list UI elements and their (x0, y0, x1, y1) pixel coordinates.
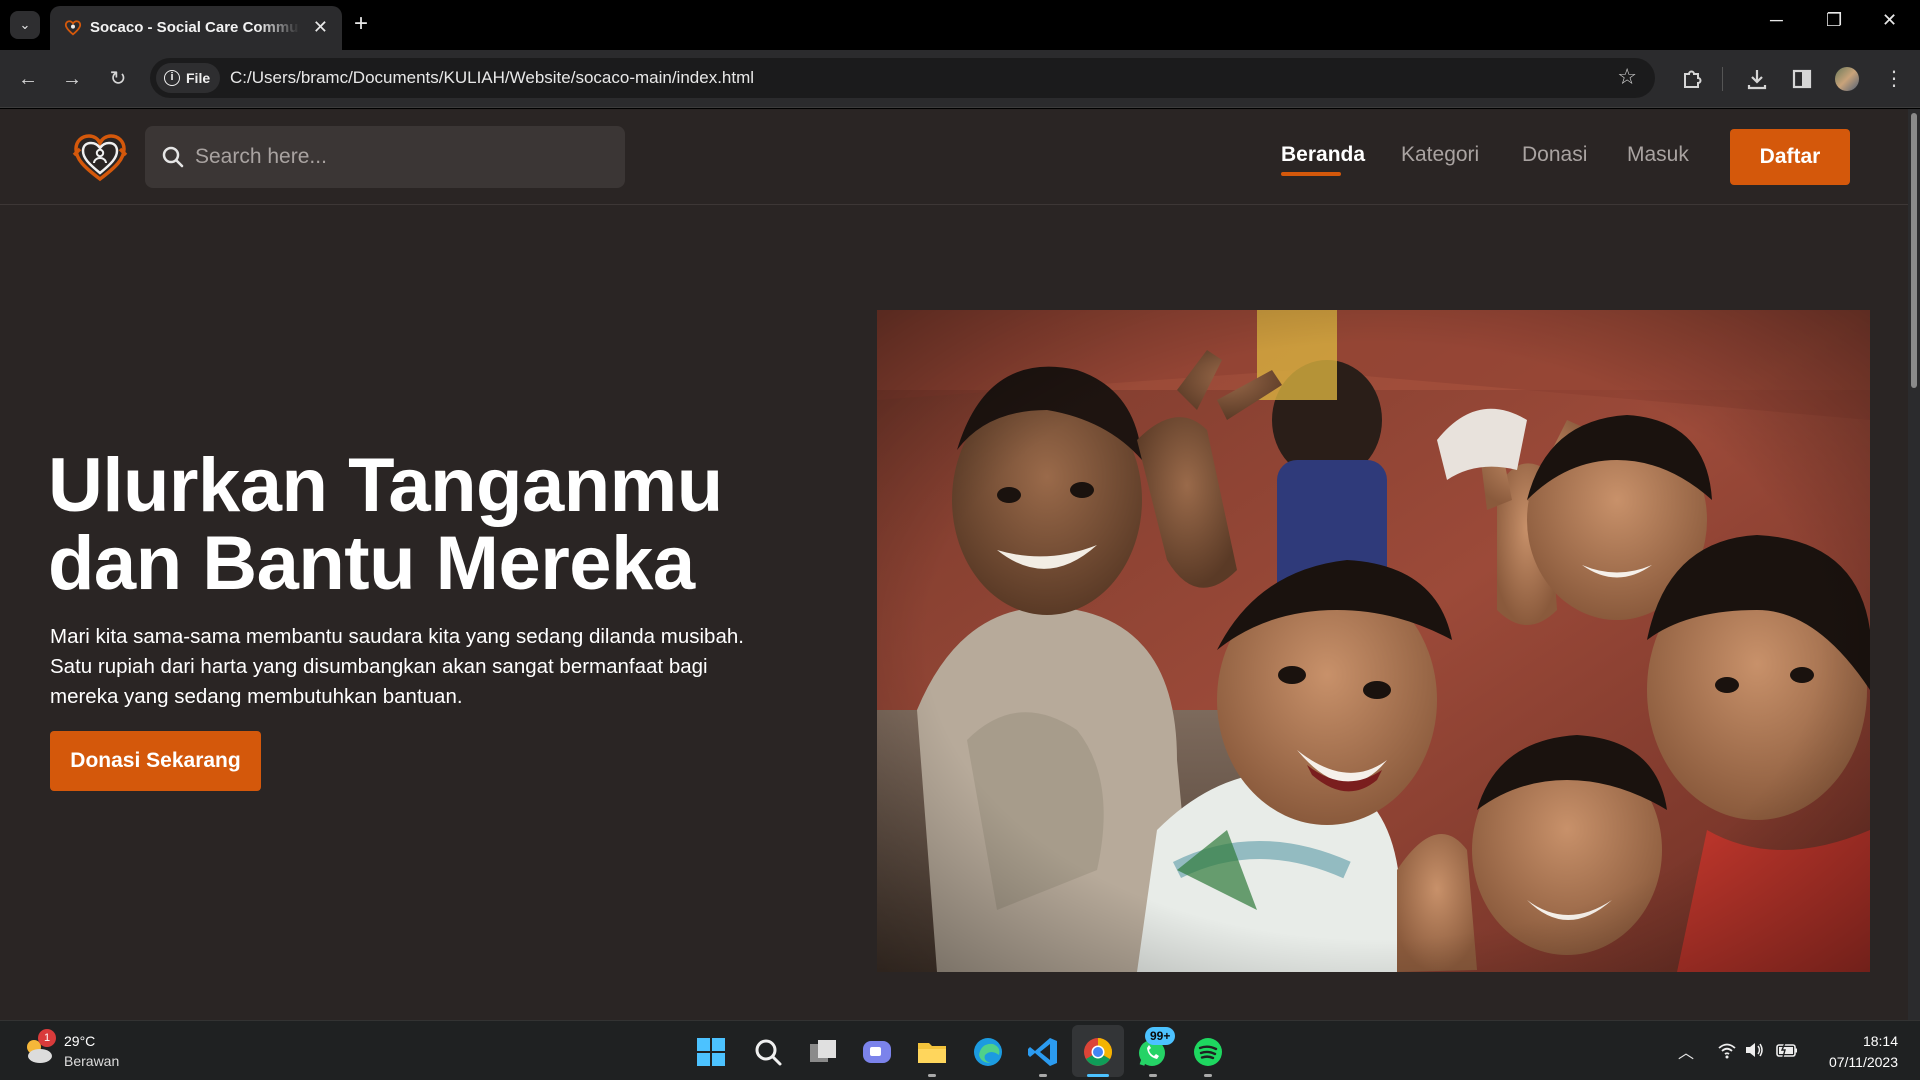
site-favicon-icon (64, 20, 82, 36)
url-text[interactable]: C:/Users/bramc/Documents/KULIAH/Website/… (230, 68, 754, 88)
vscode-running-dot (1039, 1074, 1047, 1077)
nav-link-masuk[interactable]: Masuk (1627, 143, 1689, 167)
page-scrollbar[interactable] (1908, 109, 1920, 1020)
restore-icon[interactable]: ❐ (1826, 10, 1842, 31)
vscode-icon[interactable] (1026, 1035, 1060, 1069)
site-info-chip[interactable]: i File (156, 63, 221, 93)
window-close-icon[interactable]: ✕ (1882, 10, 1897, 31)
reload-icon[interactable]: ↻ (104, 65, 132, 93)
nav-link-beranda[interactable]: Beranda (1281, 143, 1365, 167)
search-input[interactable] (195, 126, 615, 188)
search-icon (162, 146, 184, 168)
task-view-icon[interactable] (806, 1035, 840, 1069)
address-bar[interactable]: i File C:/Users/bramc/Documents/KULIAH/W… (150, 58, 1655, 98)
scrollbar-thumb[interactable] (1911, 113, 1917, 388)
nav-link-kategori[interactable]: Kategori (1401, 143, 1479, 167)
chrome-browser-icon[interactable] (1081, 1035, 1115, 1069)
socaco-logo[interactable] (72, 133, 128, 183)
taskbar-search-icon[interactable] (751, 1035, 785, 1069)
tab-close-icon[interactable]: ✕ (313, 17, 328, 37)
back-arrow-icon[interactable]: ← (14, 65, 42, 93)
tab-title: Socaco - Social Care Community (90, 19, 300, 36)
hero-children-photo (877, 310, 1870, 972)
screen: ⌄ Socaco - Social Care Community ✕ + ─ ❐… (0, 0, 1920, 1080)
new-tab-button[interactable]: + (354, 10, 368, 38)
hero-description: Mari kita sama-sama membantu saudara kit… (50, 622, 790, 712)
whatsapp-unread-badge: 99+ (1145, 1027, 1176, 1045)
file-explorer-icon[interactable] (915, 1035, 949, 1069)
file-chip-label: File (186, 70, 211, 86)
chrome-active-indicator (1087, 1074, 1109, 1077)
browser-tab-bar: ⌄ Socaco - Social Care Community ✕ + ─ ❐… (0, 0, 1920, 50)
windows-start-icon[interactable] (694, 1035, 728, 1069)
weather-notification-badge: 1 (38, 1029, 56, 1047)
windows-taskbar: 1 29°C Berawan 99+ ︿ 18:14 07/11/2023 (0, 1020, 1920, 1080)
hero-title: Ulurkan Tanganmu dan Bantu Mereka (48, 447, 808, 603)
webpage: Beranda Kategori Donasi Masuk Daftar Ulu… (0, 109, 1908, 1020)
weather-temperature: 29°C (64, 1033, 96, 1049)
system-clock[interactable]: 18:14 07/11/2023 (1829, 1031, 1898, 1073)
nav-active-underline (1281, 172, 1341, 176)
wifi-icon[interactable] (1717, 1041, 1737, 1059)
daftar-button[interactable]: Daftar (1730, 129, 1850, 185)
info-icon: i (164, 70, 180, 86)
file-explorer-running-dot (928, 1074, 936, 1077)
battery-charging-icon[interactable] (1775, 1041, 1799, 1059)
nav-link-donasi[interactable]: Donasi (1522, 143, 1587, 167)
extensions-puzzle-icon[interactable] (1678, 65, 1706, 93)
browser-tab-active[interactable]: Socaco - Social Care Community ✕ (50, 6, 342, 50)
site-search-box[interactable] (145, 126, 625, 188)
bookmark-star-icon[interactable]: ☆ (1617, 64, 1637, 90)
teams-chat-icon[interactable] (860, 1035, 894, 1069)
more-menu-icon[interactable]: ⋮ (1880, 65, 1908, 93)
show-hidden-icons-chevron-icon[interactable]: ︿ (1678, 1039, 1694, 1063)
hero-description-line: Satu rupiah dari harta yang disumbangkan… (50, 655, 708, 678)
volume-icon[interactable] (1744, 1041, 1764, 1059)
clock-date: 07/11/2023 (1828, 1054, 1898, 1070)
tab-search-button[interactable]: ⌄ (10, 11, 40, 39)
hero-description-line: Mari kita sama-sama membantu saudara kit… (50, 625, 744, 648)
weather-widget[interactable]: 1 29°C Berawan (22, 1029, 162, 1073)
hero-title-line: dan Bantu Mereka (48, 521, 695, 606)
browser-toolbar: ← → ↻ i File C:/Users/bramc/Documents/KU… (0, 50, 1920, 108)
hero-title-line: Ulurkan Tanganmu (48, 443, 723, 528)
toolbar-divider (1722, 67, 1723, 91)
site-navbar: Beranda Kategori Donasi Masuk Daftar (0, 109, 1908, 205)
profile-avatar[interactable] (1833, 65, 1861, 93)
download-icon[interactable] (1743, 65, 1771, 93)
edge-browser-icon[interactable] (971, 1035, 1005, 1069)
whatsapp-running-dot (1149, 1074, 1157, 1077)
donasi-sekarang-button[interactable]: Donasi Sekarang (50, 731, 261, 791)
weather-condition: Berawan (64, 1053, 120, 1069)
side-panel-icon[interactable] (1788, 65, 1816, 93)
clock-time: 18:14 (1862, 1033, 1898, 1049)
spotify-icon[interactable] (1191, 1035, 1225, 1069)
hero-description-line: mereka yang sedang membutuhkan bantuan. (50, 685, 463, 708)
spotify-running-dot (1204, 1074, 1212, 1077)
minimize-icon[interactable]: ─ (1770, 10, 1783, 31)
forward-arrow-icon[interactable]: → (58, 65, 86, 93)
